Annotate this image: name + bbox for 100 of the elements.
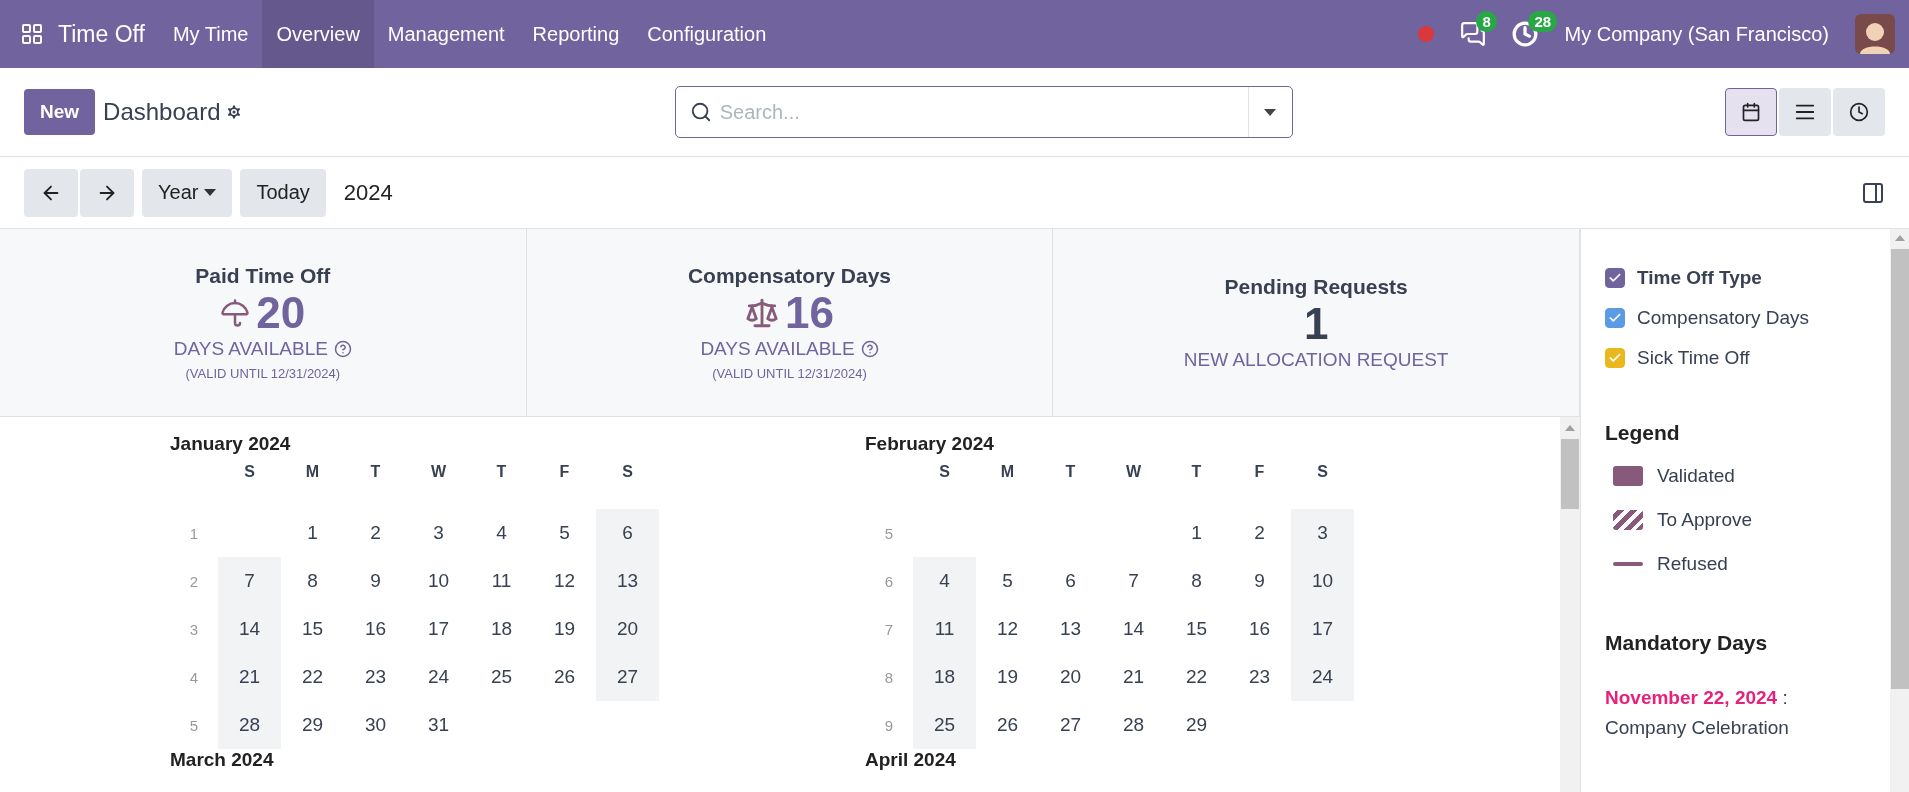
calendar-day[interactable]: 1: [1165, 509, 1228, 557]
calendar-day[interactable]: 2: [1228, 509, 1291, 557]
calendar-day[interactable]: 14: [218, 605, 281, 653]
calendar-day[interactable]: 11: [470, 557, 533, 605]
calendar-day[interactable]: 6: [596, 509, 659, 557]
month-title: January 2024: [170, 433, 292, 455]
calendar-day[interactable]: 8: [1165, 557, 1228, 605]
calendar-day[interactable]: 14: [1102, 605, 1165, 653]
calendar-day[interactable]: 26: [976, 701, 1039, 749]
calendar-day[interactable]: 16: [344, 605, 407, 653]
calendar-day[interactable]: 9: [1228, 557, 1291, 605]
menu-item[interactable]: Overview: [262, 0, 374, 68]
weekday-header: S: [1316, 462, 1329, 482]
calendar-day[interactable]: 15: [281, 605, 344, 653]
apps-menu-icon[interactable]: [20, 22, 44, 46]
calendar-day[interactable]: 25: [913, 701, 976, 749]
allocation-request-link[interactable]: NEW ALLOCATION REQUEST: [1183, 348, 1449, 371]
user-avatar[interactable]: [1855, 14, 1895, 54]
calendar-day[interactable]: 6: [1039, 557, 1102, 605]
view-switch-button[interactable]: [1779, 88, 1831, 136]
calendar-day[interactable]: 31: [407, 701, 470, 749]
calendar-day[interactable]: 27: [596, 653, 659, 701]
weekday-header: S: [621, 462, 634, 482]
calendar-day[interactable]: 23: [344, 653, 407, 701]
calendar-day[interactable]: 9: [344, 557, 407, 605]
previous-button[interactable]: [24, 168, 78, 217]
calendar-day[interactable]: 7: [1102, 557, 1165, 605]
calendar-day[interactable]: 15: [1165, 605, 1228, 653]
filter-checkbox[interactable]: Compensatory Days: [1605, 307, 1866, 329]
next-button[interactable]: [80, 168, 134, 217]
scale-dropdown[interactable]: Year: [142, 168, 233, 217]
calendar-day[interactable]: 22: [1165, 653, 1228, 701]
calendar-day[interactable]: 21: [1102, 653, 1165, 701]
calendar-day[interactable]: 8: [281, 557, 344, 605]
calendar-day[interactable]: 13: [596, 557, 659, 605]
calendar-day[interactable]: 22: [281, 653, 344, 701]
calendar-day[interactable]: 3: [407, 509, 470, 557]
scrollbar-thumb[interactable]: [1890, 249, 1909, 689]
calendar-day[interactable]: 21: [218, 653, 281, 701]
today-button[interactable]: Today: [240, 168, 326, 217]
calendar-day[interactable]: 19: [976, 653, 1039, 701]
pending-requests-card[interactable]: Pending Requests 1 NEW ALLOCATION REQUEST: [1053, 229, 1580, 416]
calendar-day[interactable]: 13: [1039, 605, 1102, 653]
calendar-day[interactable]: 26: [533, 653, 596, 701]
month-title: April 2024: [865, 749, 957, 771]
app-name[interactable]: Time Off: [58, 20, 145, 48]
calendar-day[interactable]: 29: [281, 701, 344, 749]
calendar-day[interactable]: 18: [913, 653, 976, 701]
scrollbar-thumb[interactable]: [1561, 439, 1579, 509]
calendar-day[interactable]: 30: [344, 701, 407, 749]
view-switch-button[interactable]: [1833, 88, 1885, 136]
calendar-day[interactable]: 23: [1228, 653, 1291, 701]
company-switcher[interactable]: My Company (San Francisco): [1564, 22, 1829, 46]
calendar-day[interactable]: 12: [976, 605, 1039, 653]
calendar-day[interactable]: 1: [281, 509, 344, 557]
calendar-day[interactable]: 5: [533, 509, 596, 557]
calendar-day[interactable]: 3: [1291, 509, 1354, 557]
week-number: 9: [883, 715, 895, 736]
calendar-day[interactable]: 29: [1165, 701, 1228, 749]
help-icon[interactable]: [333, 340, 352, 358]
menu-item[interactable]: Management: [373, 0, 519, 68]
calendar-day[interactable]: 11: [913, 605, 976, 653]
menu-item[interactable]: Reporting: [518, 0, 634, 68]
calendar-day[interactable]: 16: [1228, 605, 1291, 653]
calendar-day[interactable]: 10: [407, 557, 470, 605]
calendar-day[interactable]: 7: [218, 557, 281, 605]
calendar-day[interactable]: 4: [913, 557, 976, 605]
new-button[interactable]: New: [24, 89, 96, 135]
calendar-day[interactable]: 10: [1291, 557, 1354, 605]
side-panel-toggle-icon[interactable]: [1861, 180, 1885, 205]
help-icon[interactable]: [860, 340, 879, 358]
calendar-day[interactable]: 28: [218, 701, 281, 749]
week-number: 5: [188, 715, 200, 736]
filter-checkbox[interactable]: Sick Time Off: [1605, 347, 1866, 369]
legend-title: Legend: [1605, 421, 1681, 445]
filter-checkbox[interactable]: Time Off Type: [1605, 267, 1866, 289]
scrollbar-track[interactable]: [1890, 229, 1909, 792]
calendar-day[interactable]: 28: [1102, 701, 1165, 749]
calendar-day[interactable]: 24: [407, 653, 470, 701]
calendar-day[interactable]: 19: [533, 605, 596, 653]
calendar-day[interactable]: 24: [1291, 653, 1354, 701]
search-bar[interactable]: Search...: [674, 86, 1293, 138]
calendar-day[interactable]: 20: [596, 605, 659, 653]
calendar-day[interactable]: 12: [533, 557, 596, 605]
calendar-day[interactable]: 17: [1291, 605, 1354, 653]
calendar-day[interactable]: 25: [470, 653, 533, 701]
view-switch-button[interactable]: [1725, 88, 1777, 136]
calendar-day[interactable]: 18: [470, 605, 533, 653]
weekday-header: W: [429, 462, 448, 482]
calendar-day[interactable]: 5: [976, 557, 1039, 605]
weekday-header: F: [1253, 462, 1266, 482]
calendar-day[interactable]: 20: [1039, 653, 1102, 701]
calendar-day[interactable]: 27: [1039, 701, 1102, 749]
checkmark-icon: [1608, 351, 1622, 365]
calendar-day[interactable]: 4: [470, 509, 533, 557]
scrollbar-track[interactable]: [1560, 417, 1580, 792]
calendar-day[interactable]: 17: [407, 605, 470, 653]
menu-item[interactable]: Configuration: [633, 0, 781, 68]
calendar-day[interactable]: 2: [344, 509, 407, 557]
menu-item[interactable]: My Time: [158, 0, 263, 68]
